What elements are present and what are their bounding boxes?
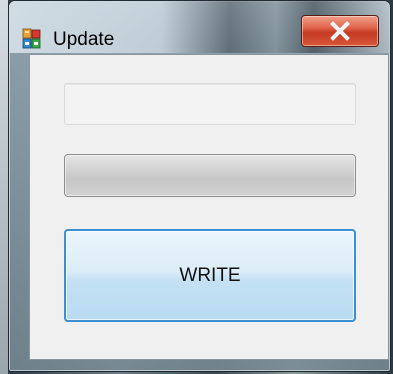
close-icon	[330, 21, 350, 41]
dialog-body: WRITE	[29, 54, 389, 360]
update-window: Update WRITE	[8, 0, 391, 372]
status-text-field[interactable]	[64, 83, 356, 125]
title-bar[interactable]: Update	[9, 1, 390, 53]
desktop-background	[0, 0, 8, 374]
write-button[interactable]: WRITE	[64, 229, 356, 322]
window-title: Update	[53, 29, 115, 50]
progress-bar	[64, 154, 356, 197]
close-button[interactable]	[301, 15, 379, 47]
app-icon	[22, 28, 41, 49]
